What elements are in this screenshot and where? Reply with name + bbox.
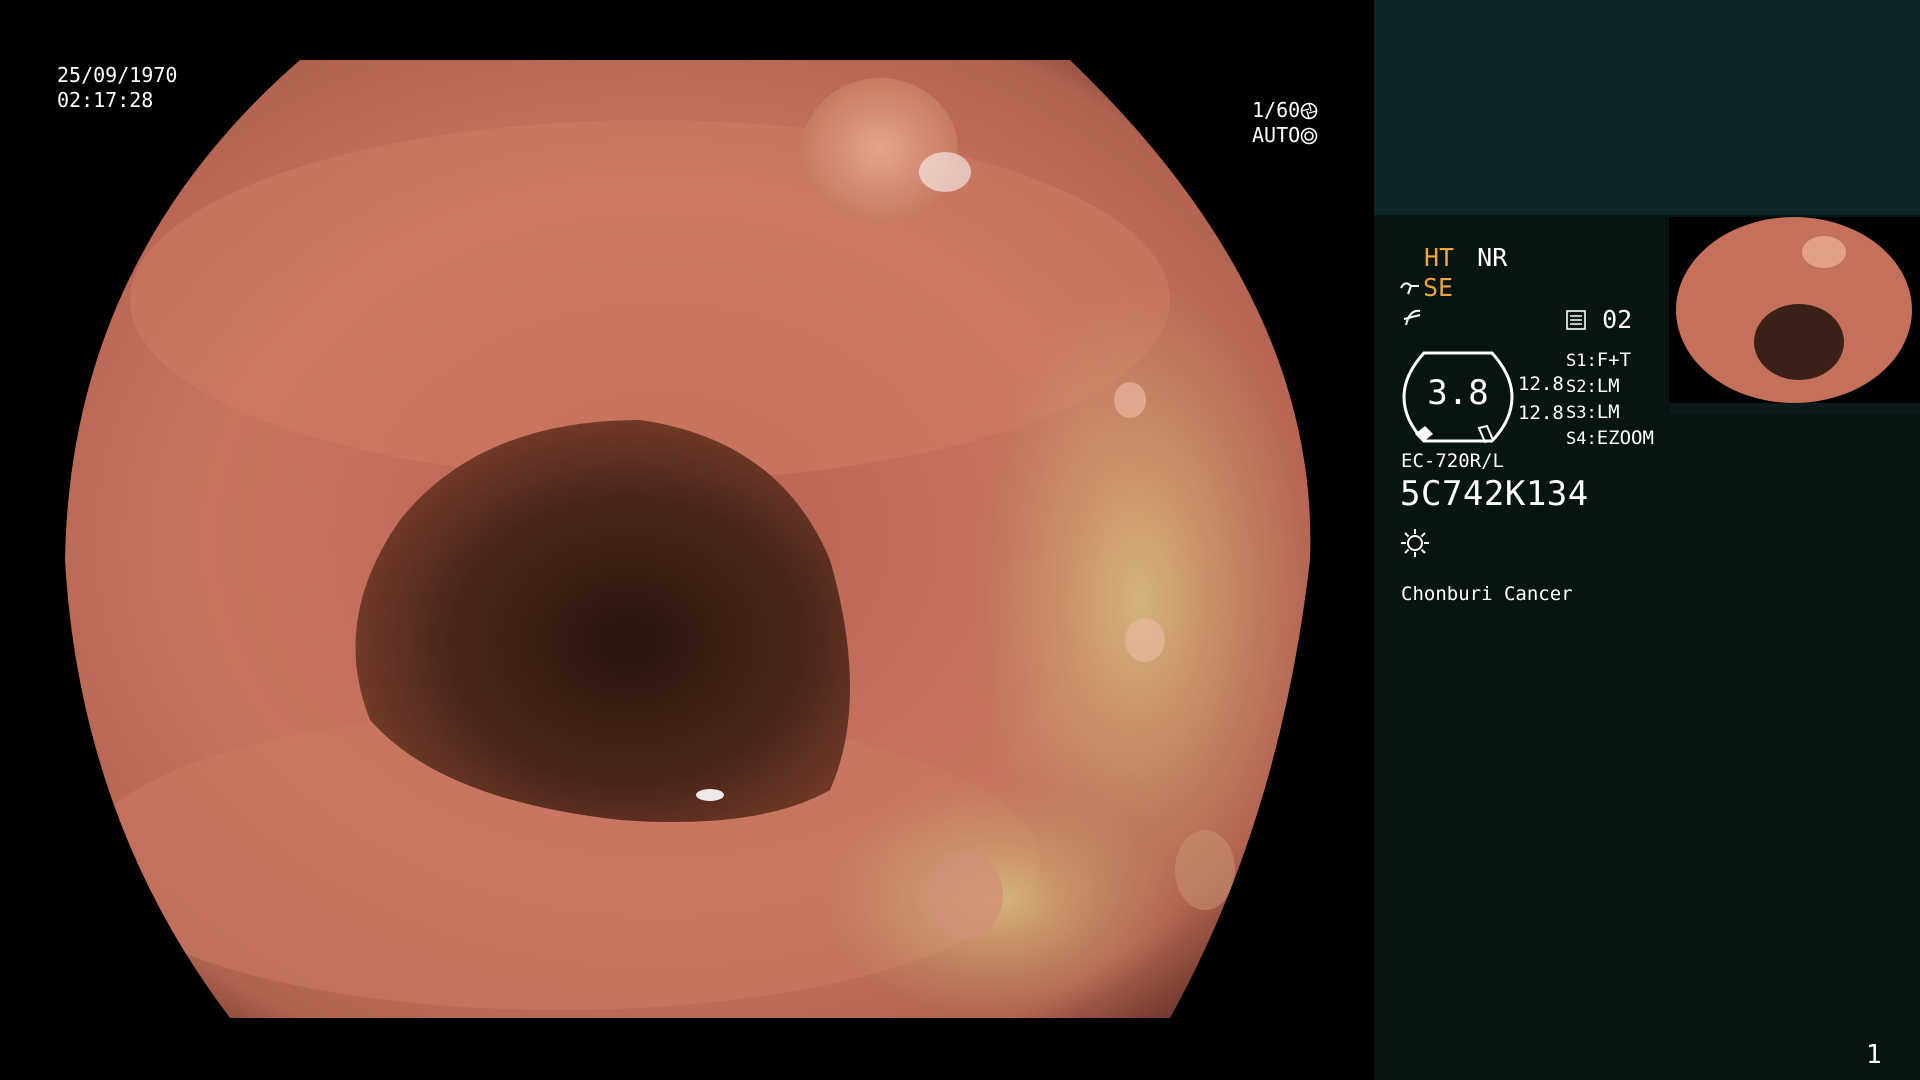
switch-value: EZOOM xyxy=(1596,427,1654,449)
endoscopic-image xyxy=(65,60,1311,1018)
switch-value: LM xyxy=(1596,375,1620,397)
page-number: 1 xyxy=(1866,1040,1882,1070)
date-text: 25/09/1970 xyxy=(57,63,178,87)
shutter-text: 1/60 xyxy=(1252,98,1301,122)
switch-list: S1:F+T S2:LM S3:LM S4:EZOOM xyxy=(1566,348,1654,452)
switch-value: LM xyxy=(1596,401,1620,423)
thumbnail-caption-bar xyxy=(1669,403,1920,414)
switch-key: S1: xyxy=(1566,351,1597,371)
image-enhance-row: HT NR xyxy=(1424,243,1507,272)
light-icon xyxy=(1400,528,1430,562)
curve-icon xyxy=(1402,305,1424,333)
scope-icon xyxy=(1399,273,1423,302)
switch-key: S3: xyxy=(1566,403,1597,423)
ht-label: HT xyxy=(1424,243,1455,272)
switch-key: S4: xyxy=(1566,429,1597,449)
memory-row: 02 xyxy=(1565,305,1632,334)
info-panel-header xyxy=(1374,0,1920,215)
memory-icon xyxy=(1565,305,1587,334)
switch-row: S1:F+T xyxy=(1566,348,1654,374)
hospital-name: Chonburi Cancer xyxy=(1401,583,1573,605)
memory-number: 02 xyxy=(1602,305,1633,334)
nr-label: NR xyxy=(1477,243,1508,272)
value-b: 12.8 xyxy=(1518,402,1564,424)
time-text: 02:17:28 xyxy=(57,88,154,112)
exposure-info: 1/60 AUTO xyxy=(1252,98,1318,148)
iris-icon xyxy=(1300,123,1318,147)
se-label: SE xyxy=(1423,273,1454,302)
level-values: 12.8 12.8 xyxy=(1518,370,1564,428)
timestamp: 25/09/1970 02:17:28 xyxy=(57,63,177,113)
switch-key: S2: xyxy=(1566,377,1597,397)
value-a: 12.8 xyxy=(1518,373,1564,395)
switch-value: F+T xyxy=(1596,349,1632,371)
zoom-value: 3.8 xyxy=(1427,373,1489,413)
iris-text: AUTO xyxy=(1252,123,1301,147)
scope-model: EC-720R/L xyxy=(1401,450,1504,472)
switch-row: S3:LM xyxy=(1566,400,1654,426)
shutter-icon xyxy=(1300,98,1318,122)
se-row: SE xyxy=(1399,273,1453,302)
scope-serial: 5C742K134 xyxy=(1400,474,1589,514)
switch-row: S2:LM xyxy=(1566,374,1654,400)
switch-row: S4:EZOOM xyxy=(1566,426,1654,452)
capture-thumbnail[interactable] xyxy=(1669,217,1920,403)
